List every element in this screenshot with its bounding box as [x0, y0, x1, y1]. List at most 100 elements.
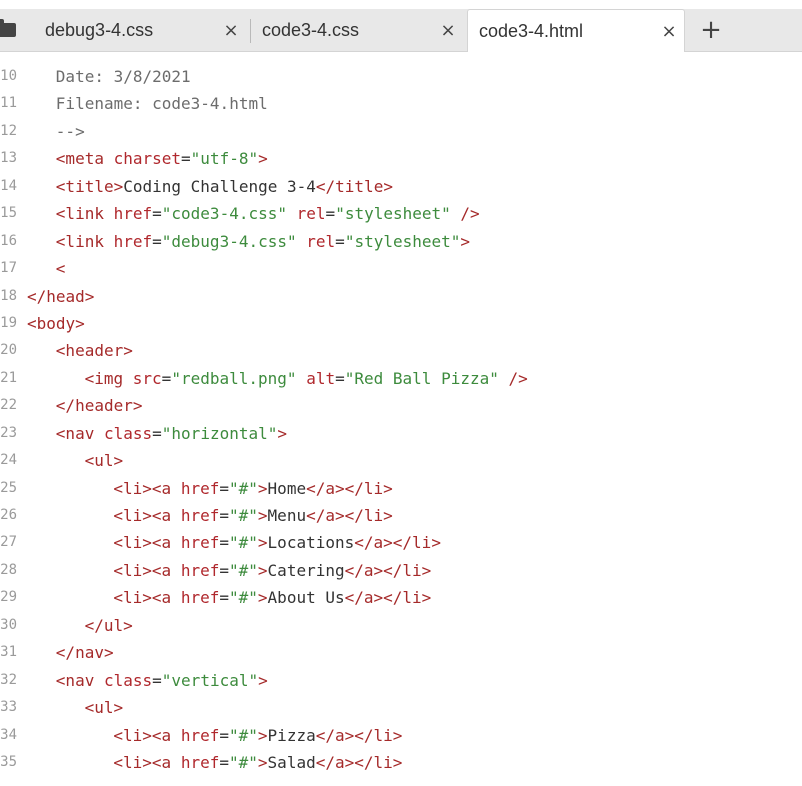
- code-token: =: [181, 149, 191, 169]
- code-token: <li><a: [113, 588, 181, 608]
- line-number: 33: [0, 699, 17, 716]
- code-line[interactable]: 27 <li><a href="#">Locations</a></li>: [0, 529, 802, 556]
- code-line[interactable]: 17 <: [0, 255, 802, 282]
- code-token: </a></li>: [306, 506, 393, 525]
- code-line[interactable]: 22 </header>: [0, 392, 802, 419]
- code-line[interactable]: 21 <img src="redball.png" alt="Red Ball P…: [0, 365, 802, 392]
- line-number: 32: [0, 671, 17, 688]
- code-line[interactable]: 18 </head>: [0, 283, 802, 310]
- code-token: =: [325, 204, 336, 224]
- code-token: >: [257, 478, 268, 498]
- close-icon[interactable]: ×: [433, 20, 463, 41]
- code-line[interactable]: 19 <body>: [0, 310, 802, 337]
- code-token: <title>: [55, 176, 124, 196]
- code-line[interactable]: 23 <nav class="horizontal">: [0, 420, 802, 447]
- code-line[interactable]: 16 <link href="debug3-4.css" rel="stylesh…: [0, 228, 802, 255]
- code-token: class: [103, 670, 153, 690]
- line-number: 29: [0, 589, 17, 606]
- code-text: <ul>: [85, 694, 124, 721]
- code-text: <li><a href="#">Locations</a></li>: [113, 529, 441, 556]
- code-line[interactable]: 20 <header>: [0, 337, 802, 364]
- code-token: href: [180, 725, 220, 745]
- code-text: <li><a href="#">Pizza</a></li>: [113, 722, 402, 749]
- code-text: <ul>: [85, 447, 124, 474]
- code-token: href: [113, 204, 153, 224]
- tab-debug3-4-css[interactable]: debug3-4.css ×: [34, 9, 246, 51]
- line-number: 17: [0, 260, 17, 277]
- code-token: "#": [229, 752, 258, 772]
- code-text: </header>: [56, 392, 143, 419]
- code-token: =: [219, 560, 229, 580]
- code-text: -->: [56, 118, 85, 145]
- code-token: >: [257, 725, 268, 745]
- code-line[interactable]: 25 <li><a href="#">Home</a></li>: [0, 475, 802, 502]
- code-token: href: [113, 231, 153, 251]
- code-line[interactable]: 31 </nav>: [0, 639, 802, 666]
- tab-strip: debug3-4.css × code3-4.css × code3-4.htm…: [0, 9, 802, 52]
- close-icon[interactable]: ×: [654, 21, 684, 42]
- code-line[interactable]: 35 <li><a href="#">Salad</a></li>: [0, 749, 802, 776]
- code-token: rel: [296, 204, 326, 224]
- code-text: <img src="redball.png" alt="Red Ball Piz…: [85, 365, 528, 392]
- line-number: 13: [0, 150, 17, 167]
- code-token: <li><a: [113, 533, 181, 553]
- code-line[interactable]: 15 <link href="code3-4.css" rel="styleshe…: [0, 200, 802, 227]
- code-token: Home: [267, 478, 307, 498]
- code-token: />: [450, 204, 480, 224]
- line-number: 22: [0, 397, 17, 414]
- code-token: Date: 3/8/2021: [55, 67, 191, 86]
- code-line[interactable]: 10 Date: 3/8/2021: [0, 63, 802, 90]
- plus-icon[interactable]: +: [698, 13, 724, 47]
- code-token: =: [152, 231, 162, 251]
- code-line[interactable]: 34 <li><a href="#">Pizza</a></li>: [0, 722, 802, 749]
- code-line[interactable]: 13 <meta charset="utf-8">: [0, 145, 802, 172]
- code-token: </a></li>: [344, 560, 432, 580]
- code-token: Locations: [267, 533, 355, 553]
- code-token: =: [219, 588, 229, 608]
- code-token: </header>: [55, 396, 143, 416]
- code-token: href: [180, 588, 220, 608]
- code-token: >: [277, 423, 288, 443]
- line-number: 23: [0, 424, 17, 441]
- code-token: Coding Challenge 3-4: [123, 176, 316, 196]
- code-line[interactable]: 30 </ul>: [0, 612, 802, 639]
- code-line[interactable]: 32 <nav class="vertical">: [0, 667, 802, 694]
- code-token: "utf-8": [190, 149, 259, 169]
- code-text: <li><a href="#">About Us</a></li>: [113, 584, 431, 611]
- code-text: <li><a href="#">Home</a></li>: [113, 475, 392, 502]
- code-line[interactable]: 14 <title>Coding Challenge 3-4</title>: [0, 173, 802, 200]
- code-text: <body>: [27, 310, 85, 337]
- code-token: Pizza: [267, 725, 316, 745]
- code-token: </a></li>: [306, 478, 393, 498]
- code-text: <title>Coding Challenge 3-4</title>: [56, 173, 393, 200]
- code-line[interactable]: 29 <li><a href="#">About Us</a></li>: [0, 584, 802, 611]
- code-line[interactable]: 11 Filename: code3-4.html: [0, 90, 802, 117]
- code-line[interactable]: 33 <ul>: [0, 694, 802, 721]
- code-token: =: [335, 368, 345, 388]
- line-number: 15: [0, 205, 17, 222]
- code-token: />: [498, 368, 528, 388]
- code-token: <li><a: [113, 560, 181, 580]
- line-number: 24: [0, 452, 17, 469]
- code-token: "vertical": [161, 670, 259, 690]
- tab-code3-4-html[interactable]: code3-4.html ×: [467, 9, 685, 52]
- tab-code3-4-css[interactable]: code3-4.css ×: [251, 9, 463, 51]
- code-token: "redball.png": [171, 368, 297, 388]
- code-line[interactable]: 12 -->: [0, 118, 802, 145]
- folder-icon[interactable]: [0, 19, 16, 37]
- code-line[interactable]: 24 <ul>: [0, 447, 802, 474]
- code-token: =: [152, 204, 162, 224]
- code-token: alt: [306, 368, 336, 388]
- line-number: 21: [0, 369, 17, 386]
- code-token: "#": [229, 533, 258, 553]
- code-line[interactable]: 28 <li><a href="#">Catering</a></li>: [0, 557, 802, 584]
- code-token: href: [180, 533, 220, 553]
- code-token: =: [219, 506, 229, 525]
- line-number: 25: [0, 479, 17, 496]
- code-token: class: [103, 423, 153, 443]
- code-line[interactable]: 26 <li><a href="#">Menu</a></li>: [0, 502, 802, 529]
- close-icon[interactable]: ×: [216, 20, 246, 41]
- code-editor[interactable]: 10 Date: 3/8/2021 11 Filename: code3-4.html…: [0, 63, 802, 786]
- code-token: </head>: [27, 286, 95, 306]
- code-token: <li><a: [113, 725, 181, 745]
